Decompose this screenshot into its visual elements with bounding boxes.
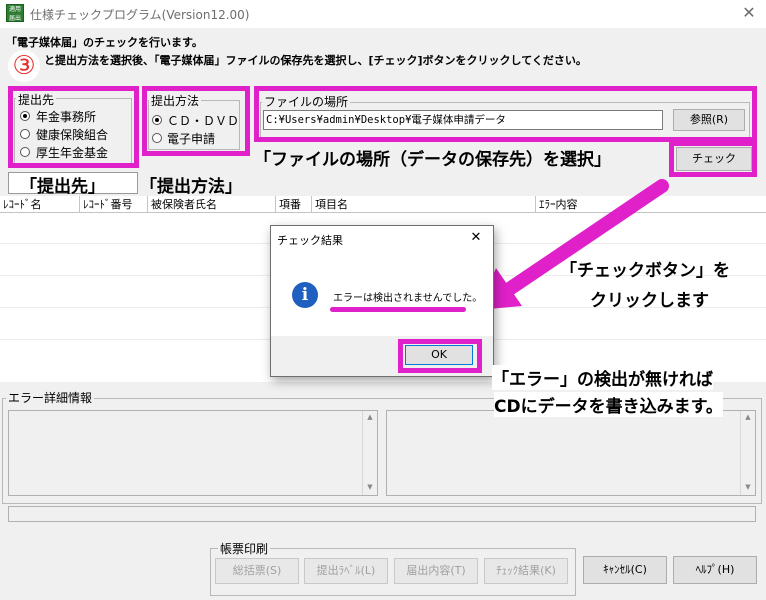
- message-underline: [330, 307, 466, 312]
- info-icon: i: [292, 282, 318, 308]
- dialog-close-button[interactable]: ✕: [466, 230, 486, 248]
- annotation-result-line-1: 「エラー」の検出が無ければ: [492, 365, 713, 390]
- dialog-title: チェック結果: [277, 234, 343, 247]
- annotation-click-line-1: 「チェックボタン」を: [560, 261, 730, 281]
- annotation-click-line-2: クリックします: [590, 291, 709, 311]
- highlight-ok-button: [398, 339, 482, 373]
- dialog-message: エラーは検出されませんでした。: [333, 293, 483, 304]
- annotation-result-line-2: CDにデータを書き込みます。: [494, 392, 723, 417]
